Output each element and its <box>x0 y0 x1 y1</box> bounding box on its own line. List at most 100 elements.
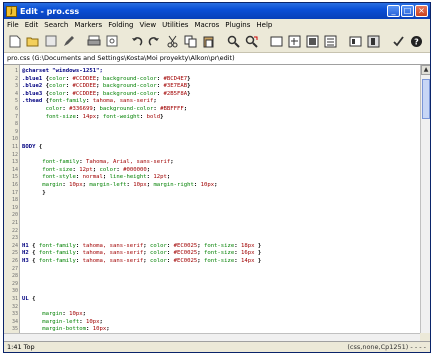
code-token: @charset "windows-1251"; <box>22 68 103 74</box>
title-bar[interactable]: j Edit - pro.css _ □ × <box>4 3 430 19</box>
code-token: #EC0025 <box>173 250 198 257</box>
code-token: : <box>75 242 83 249</box>
code-token: H3 <box>22 258 33 264</box>
code-token: 18px <box>241 242 255 249</box>
menu-edit[interactable]: Edit <box>25 21 39 29</box>
code-token: ; <box>166 174 171 181</box>
code-text: BODY { <box>22 143 42 151</box>
code-token: : <box>193 182 201 188</box>
find-icon[interactable] <box>226 34 241 49</box>
code-token: margin-left <box>22 318 80 325</box>
code-token: : <box>234 250 242 257</box>
cut-icon[interactable] <box>165 34 180 49</box>
code-token: 12pt <box>153 174 167 181</box>
cursor-position: 1:41 Top <box>7 343 35 351</box>
box4-icon[interactable] <box>348 34 363 49</box>
blank-icon[interactable] <box>43 34 58 49</box>
paste-icon[interactable] <box>201 34 216 49</box>
code-token: #336699 <box>69 106 93 112</box>
code-token: : <box>75 174 83 181</box>
scroll-thumb[interactable] <box>422 79 430 119</box>
code-token: : <box>234 242 242 249</box>
code-token: font-weight <box>102 113 140 120</box>
print-icon[interactable] <box>86 34 101 49</box>
code-token: 10px <box>133 182 147 188</box>
minimize-button[interactable]: _ <box>387 5 400 17</box>
code-token: : <box>166 242 174 249</box>
menu-macros[interactable]: Macros <box>194 21 219 29</box>
code-token: color <box>99 166 117 173</box>
open-folder-icon[interactable] <box>25 34 40 49</box>
code-token: H2 <box>22 250 33 257</box>
menu-folding[interactable]: Folding <box>108 21 133 29</box>
menu-file[interactable]: File <box>7 21 19 29</box>
code-token: : <box>79 318 87 325</box>
code-token: margin-left <box>89 182 127 188</box>
code-token: 10px <box>69 311 83 318</box>
maximize-button[interactable]: □ <box>401 5 414 17</box>
code-token: : <box>75 113 83 120</box>
file-path-bar: pro.css (G:\Documents and Settings\Kosta… <box>4 53 430 65</box>
menu-markers[interactable]: Markers <box>74 21 102 29</box>
pen-icon[interactable] <box>61 34 76 49</box>
code-token: 16px <box>241 250 255 257</box>
redo-icon[interactable] <box>147 34 162 49</box>
code-token: } <box>254 258 262 264</box>
code-token: 14px <box>82 113 97 120</box>
code-token: 10px <box>92 326 107 333</box>
code-token: font-size <box>203 242 235 249</box>
code-token: Tahoma, Arial, sans-serif <box>86 159 171 166</box>
code-token: 14px <box>241 258 255 264</box>
code-text: font-size: 14px; font-weight: bold} <box>22 113 164 121</box>
menu-plugins[interactable]: Plugins <box>225 21 250 29</box>
bold-icon[interactable] <box>366 34 381 49</box>
menu-search[interactable]: Search <box>44 21 68 29</box>
code-token: font-size <box>203 258 235 264</box>
code-token: ; <box>197 242 204 249</box>
code-token: : <box>139 113 147 120</box>
box2-icon[interactable] <box>305 34 320 49</box>
code-token: { <box>38 144 43 150</box>
code-text: margin: 10px; margin-left: 10px; margin-… <box>22 181 217 189</box>
code-token: ; <box>197 250 204 257</box>
code-token: font-family <box>38 258 76 264</box>
replace-icon[interactable] <box>244 34 259 49</box>
vertical-scrollbar[interactable]: ▲ <box>420 65 430 333</box>
code-token: #3E7EAB <box>163 83 188 90</box>
code-editor[interactable]: 1 @charset "windows-1251"; 2 .blue1 {color:… <box>4 65 420 333</box>
code-token: background-color <box>102 75 157 82</box>
copy-icon[interactable] <box>183 34 198 49</box>
fullscreen-icon[interactable] <box>269 34 284 49</box>
code-token: ; <box>153 98 157 105</box>
code-token: { <box>32 296 36 302</box>
code-token: : <box>166 258 174 264</box>
box3-icon[interactable] <box>323 34 338 49</box>
code-token: : <box>65 75 73 82</box>
menu-bar: File Edit Search Markers Folding View Ut… <box>4 19 430 30</box>
code-token: color <box>150 250 167 257</box>
code-token: #BCD4E7 <box>163 75 188 82</box>
close-button[interactable]: × <box>415 5 428 17</box>
code-token: } <box>22 189 46 196</box>
status-bar: 1:41 Top (css,none,Cp1251) - - - - <box>4 341 430 352</box>
code-token: color <box>48 90 66 97</box>
box1-icon[interactable] <box>287 34 302 49</box>
code-token: tahoma, sans-serif <box>92 98 154 105</box>
code-token: ; <box>170 159 174 166</box>
new-file-icon[interactable] <box>7 34 22 49</box>
code-token: : <box>234 258 242 264</box>
app-icon: j <box>6 5 17 17</box>
code-token: margin <box>22 182 63 188</box>
code-token: ; <box>82 311 87 318</box>
code-token: { <box>32 250 39 257</box>
undo-icon[interactable] <box>129 34 144 49</box>
menu-utilities[interactable]: Utilities <box>162 21 188 29</box>
check-icon[interactable] <box>391 34 406 49</box>
scroll-up-icon[interactable]: ▲ <box>421 65 430 75</box>
code-token: UL <box>22 296 33 302</box>
preview-icon[interactable] <box>104 34 119 49</box>
code-token: #000000 <box>123 166 147 173</box>
menu-help[interactable]: Help <box>256 21 272 29</box>
help-icon[interactable]: ? <box>409 34 424 49</box>
menu-view[interactable]: View <box>139 21 156 29</box>
